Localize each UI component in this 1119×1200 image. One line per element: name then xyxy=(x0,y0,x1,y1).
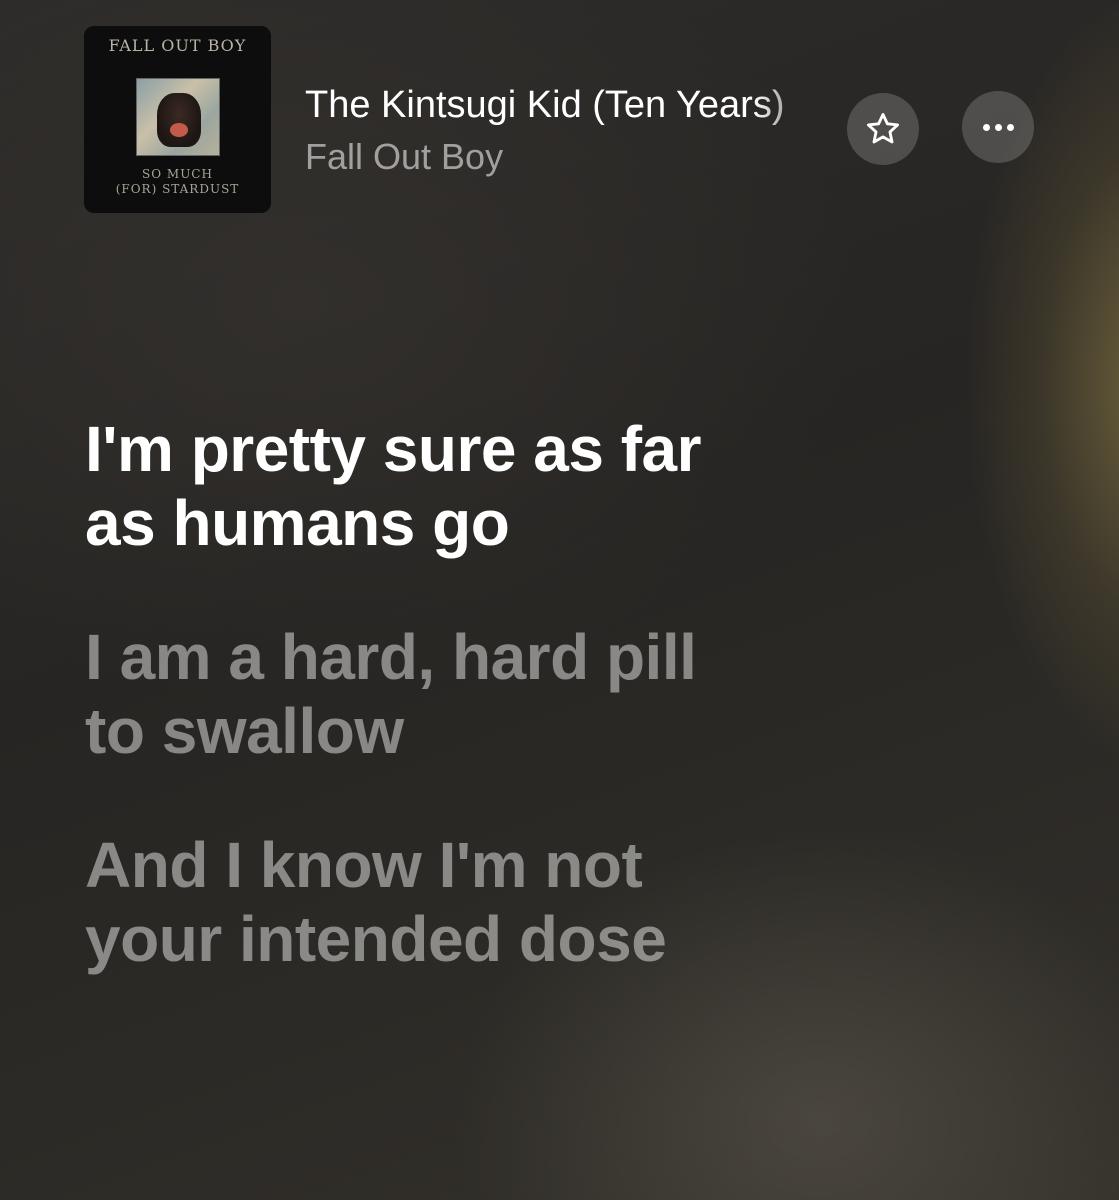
artwork-photo xyxy=(136,78,220,156)
lyric-text: your intended dose xyxy=(85,903,667,975)
lyric-text: as humans go xyxy=(85,487,510,559)
lyrics-view: I'm pretty sure as far as humans go I am… xyxy=(85,412,985,1036)
star-icon xyxy=(867,113,899,144)
track-title[interactable]: The Kintsugi Kid (Ten Years) xyxy=(305,84,832,127)
artwork-dog-image xyxy=(157,93,201,147)
lyric-text: I am a hard, hard pill xyxy=(85,621,697,693)
lyric-line[interactable]: And I know I'm not your intended dose xyxy=(85,828,985,976)
now-playing-header: FALL OUT BOY SO MUCH (FOR) STARDUST The … xyxy=(0,0,1119,240)
favorite-button[interactable] xyxy=(847,93,919,165)
more-options-button[interactable] xyxy=(962,91,1034,163)
artwork-dog-mouth xyxy=(170,123,188,137)
lyric-line-active[interactable]: I'm pretty sure as far as humans go xyxy=(85,412,985,560)
artwork-album-text: SO MUCH (FOR) STARDUST xyxy=(84,167,271,197)
lyric-text: And I know I'm not xyxy=(85,829,643,901)
album-artwork[interactable]: FALL OUT BOY SO MUCH (FOR) STARDUST xyxy=(84,26,271,213)
artwork-album-line2: (FOR) STARDUST xyxy=(115,182,240,196)
ellipsis-icon xyxy=(982,123,1014,131)
track-artist[interactable]: Fall Out Boy xyxy=(305,136,503,178)
lyric-text: to swallow xyxy=(85,695,404,767)
artwork-band-text: FALL OUT BOY xyxy=(108,36,247,55)
artwork-album-line1: SO MUCH xyxy=(142,167,213,181)
lyric-text: I'm pretty sure as far xyxy=(85,413,702,485)
lyric-line[interactable]: I am a hard, hard pill to swallow xyxy=(85,620,985,768)
